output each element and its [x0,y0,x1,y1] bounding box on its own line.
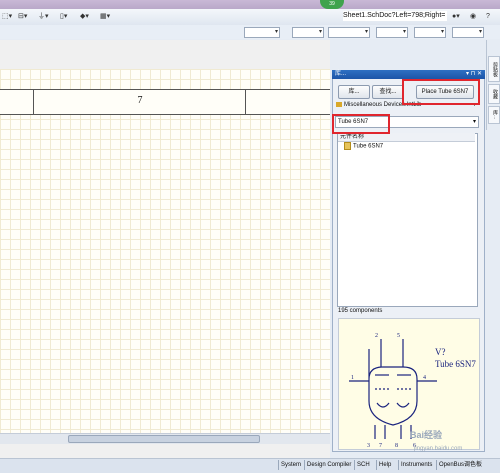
panel-controls[interactable]: ▾ ⊓ ✕ [466,70,482,79]
secondary-toolbar: ▾ ▾ ▾ ▾ ▾ ▾ [0,25,500,39]
search-button[interactable]: 查找... [372,85,404,99]
chevron-down-icon: ▾ [478,29,482,35]
component-preview: V? Tube 6SN7 2 5 1 4 3 7 8 6 [338,318,480,450]
chevron-down-icon: ▾ [402,29,406,35]
power-port-icon[interactable]: ⏚▾ [38,12,49,22]
help-icon[interactable]: ? [486,12,490,22]
column-header-label: 元件名称 [340,134,365,140]
designator-label: V? [435,347,446,357]
status-sch[interactable]: SCH [354,460,372,470]
title-bar [0,0,500,9]
pin-number: 2 [375,333,378,339]
cathode [376,402,410,408]
chevron-down-icon: ▾ [318,29,322,35]
zone-divider [245,89,246,114]
draw-tool-icon[interactable]: ⬚▾ [2,12,12,22]
title-badge: 39 [320,0,344,9]
component-list[interactable] [337,133,478,307]
combo-2[interactable]: ▾ [292,27,324,38]
combo-4[interactable]: ▾ [376,27,408,38]
zone-number: 7 [137,95,143,106]
chevron-down-icon: ▾ [274,29,278,35]
combo-3[interactable]: ▾ [328,27,370,38]
chevron-down-icon: ▾ [364,29,368,35]
shape-tool-icon[interactable]: ◆▾ [80,12,89,22]
grid-tool-icon[interactable]: ▦▾ [100,12,110,22]
pin-number: 7 [379,443,382,449]
combo-6[interactable]: ▾ [452,27,484,38]
zone-divider [33,89,34,114]
tube-envelope [368,349,418,426]
scrollbar-thumb[interactable] [68,435,260,443]
status-design-compiler[interactable]: Design Compiler [304,460,353,470]
align-tool-icon[interactable]: ⊟▾ [18,12,27,22]
libraries-button[interactable]: 库... [338,85,370,99]
status-system[interactable]: System [278,460,303,470]
component-icon [344,142,351,150]
watermark-logo: Bai经验 [410,430,443,440]
status-openbus[interactable]: OpenBus调色板 [436,460,484,470]
component-name-column-header[interactable]: 元件名称 [338,133,475,142]
chevron-down-icon: ▾ [472,119,476,125]
pin-number: 3 [367,443,370,449]
component-count: 195 components [338,308,383,314]
pin-number: 5 [397,333,400,339]
tab-libraries[interactable]: 库... [488,106,500,124]
combo-5[interactable]: ▾ [414,27,446,38]
highlight-box-place-button [402,79,480,105]
list-item[interactable]: Tube 6SN7 [344,142,444,150]
panel-title-bar: 库... [332,70,485,79]
library-icon [336,101,342,107]
tab-favorites[interactable]: 收藏 [488,84,500,104]
tab-clipboard[interactable]: 剪贴板 [488,56,500,82]
combo-1[interactable]: ▾ [244,27,280,38]
port-tool-icon[interactable]: ▯▾ [60,12,67,22]
nav-forward-icon[interactable]: ●▾ [452,12,460,22]
list-item-label: Tube 6SN7 [353,143,384,150]
sheet-border-zone-row [0,89,330,115]
status-instruments[interactable]: Instruments [398,460,434,470]
comment-label: Tube 6SN7 [435,359,476,369]
tube-symbol-preview: V? Tube 6SN7 2 5 1 4 3 7 8 6 [349,333,476,449]
highlight-box-filter [332,114,390,134]
pin-number: 8 [395,443,398,449]
pin-icon[interactable]: ▾ ⊓ ✕ [466,71,482,77]
nav-home-icon[interactable]: ◉ [470,12,476,22]
document-address-field[interactable]: Sheet1.SchDoc?Left=798;Right= [343,11,447,21]
status-help[interactable]: Help [376,460,393,470]
panel-title: 库... [335,71,347,77]
watermark-url: jingyan.baidu.com [414,446,463,452]
schematic-sheet[interactable] [0,69,330,433]
pin-number: 1 [351,375,354,381]
chevron-down-icon: ▾ [440,29,444,35]
pin-number: 4 [423,375,426,381]
